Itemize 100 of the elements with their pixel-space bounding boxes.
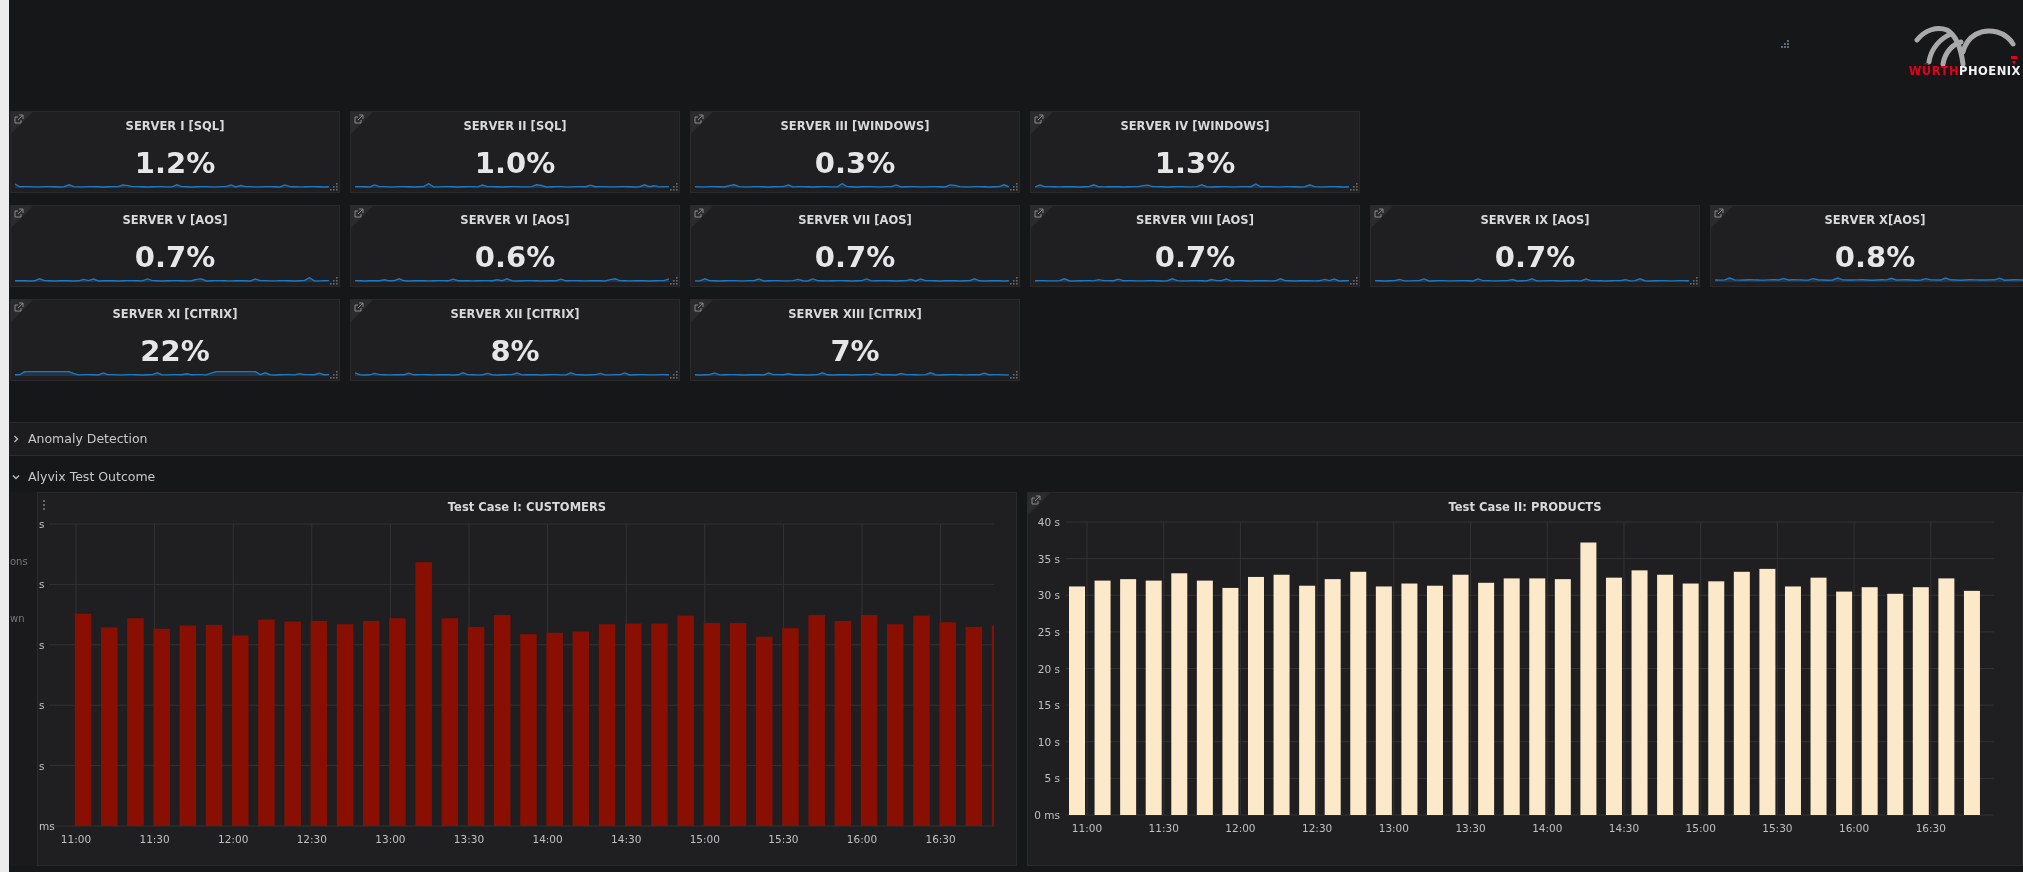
axis-label: 25 s (1037, 625, 1060, 638)
axis-label: 10 s (1037, 735, 1060, 748)
stat-value: 22% (139, 337, 211, 367)
panel-title: SERVER VII [AOS] (797, 212, 913, 229)
link-icon[interactable] (351, 112, 373, 134)
resize-handle-icon[interactable] (1350, 183, 1358, 191)
axis-label: 0 ms (1034, 809, 1060, 821)
axis-label: 12:00 (217, 833, 249, 845)
chevron-icon[interactable] (12, 435, 20, 443)
resize-handle-icon[interactable] (670, 277, 678, 285)
chart-title: Test Case I: CUSTOMERS (446, 499, 608, 515)
axis-label: s (38, 578, 45, 591)
link-icon[interactable] (691, 112, 713, 134)
link-icon[interactable] (1711, 206, 1733, 228)
row-title[interactable]: Alyvix Test Outcome (28, 467, 156, 487)
axis-label: s (38, 518, 45, 530)
axis-label: 15 s (1037, 699, 1060, 712)
resize-handle-icon[interactable] (1010, 371, 1018, 379)
axis-label: 11:00 (1071, 822, 1103, 834)
link-icon[interactable] (1031, 206, 1053, 228)
axis-label: 16:30 (925, 833, 956, 845)
grip-icon (1781, 40, 1789, 48)
axis-label: 15:00 (689, 833, 720, 845)
axis-label: 14:00 (1532, 822, 1563, 834)
panel-title: SERVER II [SQL] (462, 118, 568, 135)
resize-handle-icon[interactable] (670, 183, 678, 191)
axis-label: 13:00 (1378, 822, 1409, 834)
axis-label: 11:30 (139, 833, 170, 845)
axis-label: 11:30 (1148, 822, 1179, 834)
link-icon[interactable] (1371, 206, 1393, 228)
axis-label: 40 s (1037, 516, 1060, 528)
panel-title: SERVER VIII [AOS] (1135, 212, 1255, 229)
panel-title: SERVER XI [CITRIX] (111, 306, 239, 323)
stat-value: 1.3% (1153, 149, 1237, 179)
link-icon[interactable] (11, 206, 33, 228)
axis-label: 35 s (1037, 552, 1060, 565)
panel-title: SERVER XII [CITRIX] (449, 306, 581, 323)
link-icon[interactable] (11, 300, 33, 322)
axis-label: s (38, 699, 45, 712)
resize-handle-icon[interactable] (330, 371, 338, 379)
resize-handle-icon[interactable] (1690, 277, 1698, 285)
axis-label: 11:00 (60, 833, 91, 845)
stat-value: 0.7% (133, 243, 217, 273)
resize-handle-icon[interactable] (330, 183, 338, 191)
axis-label: 13:30 (453, 833, 484, 845)
axis-label: 13:00 (375, 833, 406, 845)
resize-handle-icon[interactable] (1350, 277, 1358, 285)
axis-label: 15:30 (1762, 822, 1793, 834)
axis-label: 13:30 (1455, 822, 1486, 834)
axis-label: 5 s (1044, 772, 1060, 785)
link-icon[interactable] (351, 206, 373, 228)
panel-title: SERVER X[AOS] (1823, 212, 1927, 229)
stat-value: 0.3% (813, 149, 897, 179)
panel-title: SERVER XIII [CITRIX] (787, 306, 923, 323)
resize-handle-icon[interactable] (1010, 183, 1018, 191)
link-icon[interactable] (691, 206, 713, 228)
stat-value: 0.7% (1493, 243, 1577, 273)
stat-value: 1.2% (133, 149, 217, 179)
resize-handle-icon[interactable] (1010, 277, 1018, 285)
axis-label: 15:00 (1685, 822, 1716, 834)
axis-label: 14:30 (1608, 822, 1640, 834)
axis-label: 12:00 (1225, 822, 1256, 834)
panel-title: SERVER IV [WINDOWS] (1119, 118, 1271, 135)
axis-label: 14:30 (610, 833, 642, 845)
link-icon[interactable] (691, 300, 713, 322)
chart-title: Test Case II: PRODUCTS (1447, 499, 1603, 515)
stat-value: 8% (489, 337, 541, 367)
chevron-icon[interactable] (12, 473, 20, 481)
axis-label: s (38, 638, 45, 651)
link-icon[interactable] (1031, 112, 1053, 134)
axis-label: ms (38, 820, 55, 832)
axis-label: 20 s (1037, 662, 1060, 675)
axis-label: 16:00 (846, 833, 877, 845)
link-icon[interactable] (11, 112, 33, 134)
row-title[interactable]: Anomaly Detection (28, 429, 148, 449)
axis-label: 16:00 (1838, 822, 1870, 834)
panel-title: SERVER VI [AOS] (459, 212, 571, 229)
axis-label: 15:30 (768, 833, 799, 845)
stat-value: 0.6% (473, 243, 557, 273)
legend-text: wn (10, 612, 25, 626)
stat-value: 0.8% (1833, 243, 1917, 273)
panel-title: SERVER III [WINDOWS] (779, 118, 931, 135)
axis-label: 12:30 (1301, 822, 1333, 834)
panel-title: SERVER V [AOS] (121, 212, 229, 229)
link-icon[interactable] (1027, 493, 1050, 515)
axis-label: 30 s (1037, 589, 1060, 602)
axis-label: 14:00 (532, 833, 563, 845)
stat-value: 1.0% (473, 149, 557, 179)
axis-label: 12:30 (296, 833, 327, 845)
resize-handle-icon[interactable] (330, 277, 338, 285)
stat-value: 7% (829, 337, 881, 367)
link-icon[interactable] (351, 300, 373, 322)
drag-handle-icon[interactable] (41, 499, 46, 511)
axis-label: 16:30 (1915, 822, 1946, 834)
axis-label: s (38, 759, 45, 772)
legend-text: ons (10, 555, 28, 569)
resize-handle-icon[interactable] (670, 371, 678, 379)
stat-value: 0.7% (813, 243, 897, 273)
stat-value: 0.7% (1153, 243, 1237, 273)
panel-title: SERVER I [SQL] (124, 118, 226, 135)
